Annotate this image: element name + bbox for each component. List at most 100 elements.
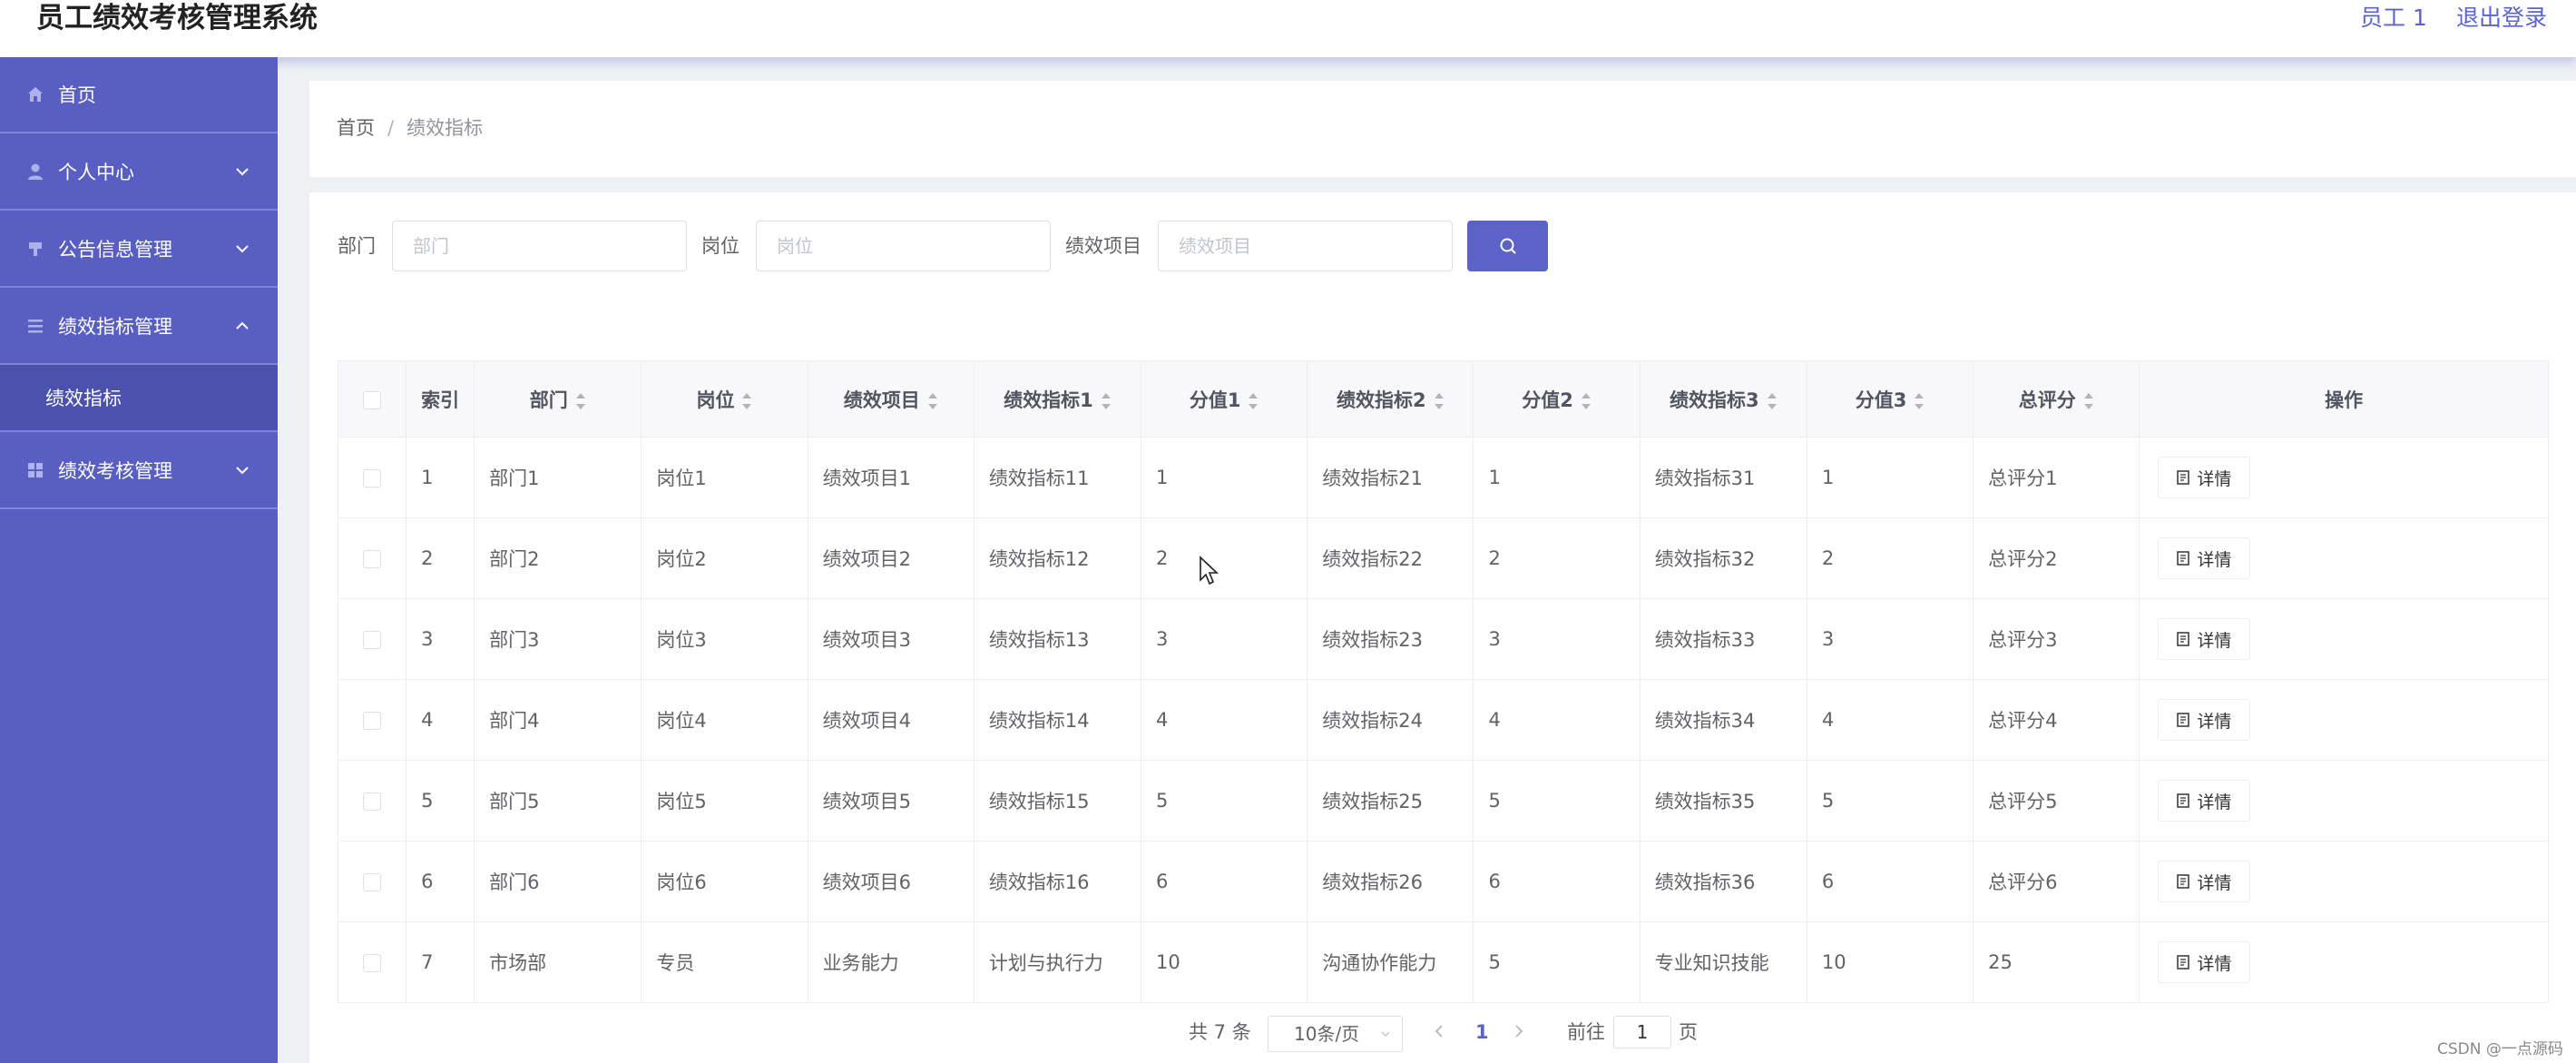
cell-dept: 部门1 xyxy=(474,437,642,518)
chevron-down-icon xyxy=(1381,1031,1390,1038)
row-checkbox[interactable] xyxy=(363,550,382,568)
sort-icon[interactable] xyxy=(741,392,752,410)
row-checkbox[interactable] xyxy=(363,631,382,649)
cell-score2: 3 xyxy=(1473,598,1641,680)
cell-score3: 6 xyxy=(1807,841,1974,922)
col-header-kpi1[interactable]: 绩效指标1 xyxy=(974,360,1142,438)
document-icon xyxy=(2177,874,2190,889)
col-header-label: 绩效项目 xyxy=(843,389,920,411)
document-icon xyxy=(2177,470,2190,485)
document-icon xyxy=(2177,793,2190,808)
sidebar-item-assessment-management[interactable]: 绩效考核管理 xyxy=(0,432,278,509)
breadcrumb-card: 首页 / 绩效指标 xyxy=(309,81,2576,177)
sidebar: 首页 个人中心 公告信息管理 绩效指标管理 绩效指标 绩效考核管理 xyxy=(0,57,278,1063)
col-header-score3[interactable]: 分值3 xyxy=(1807,360,1974,438)
sidebar-item-home[interactable]: 首页 xyxy=(0,57,278,133)
cell-score3: 10 xyxy=(1807,921,1974,1003)
row-checkbox[interactable] xyxy=(363,712,382,730)
col-header-label: 分值2 xyxy=(1522,389,1573,411)
detail-button[interactable]: 详情 xyxy=(2158,618,2251,660)
cell-item: 业务能力 xyxy=(808,921,975,1003)
cell-kpi2: 绩效指标25 xyxy=(1307,760,1474,842)
sort-icon[interactable] xyxy=(1434,392,1445,410)
breadcrumb-home[interactable]: 首页 xyxy=(337,117,375,139)
cell-kpi3: 绩效指标33 xyxy=(1640,598,1807,680)
cell-kpi1: 计划与执行力 xyxy=(974,921,1142,1003)
detail-label: 详情 xyxy=(2197,549,2232,570)
item-input[interactable] xyxy=(1158,221,1453,271)
row-checkbox[interactable] xyxy=(363,954,382,972)
next-page-icon[interactable] xyxy=(1513,1024,1524,1038)
breadcrumb-current: 绩效指标 xyxy=(406,117,484,139)
col-header-kpi2[interactable]: 绩效指标2 xyxy=(1307,360,1474,438)
col-header-index: 索引 xyxy=(406,360,475,438)
sidebar-item-kpi-management[interactable]: 绩效指标管理 xyxy=(0,288,278,365)
page-number-current[interactable]: 1 xyxy=(1475,1014,1489,1050)
sidebar-item-personal-center[interactable]: 个人中心 xyxy=(0,133,278,211)
detail-button[interactable]: 详情 xyxy=(2158,861,2251,902)
sort-icon[interactable] xyxy=(1914,392,1925,410)
sort-icon[interactable] xyxy=(575,392,586,410)
cell-kpi2: 绩效指标23 xyxy=(1307,598,1474,680)
cell-kpi2: 绩效指标21 xyxy=(1307,437,1474,518)
cell-total: 总评分6 xyxy=(1973,841,2140,922)
detail-button[interactable]: 详情 xyxy=(2158,699,2251,741)
detail-button[interactable]: 详情 xyxy=(2158,457,2251,498)
cell-item: 绩效项目3 xyxy=(808,598,975,680)
sort-icon[interactable] xyxy=(2083,392,2094,410)
col-header-label: 绩效指标2 xyxy=(1337,389,1426,411)
sidebar-item-label: 绩效考核管理 xyxy=(58,459,172,482)
col-header-score1[interactable]: 分值1 xyxy=(1141,360,1308,438)
cell-score1: 3 xyxy=(1141,598,1308,680)
row-checkbox[interactable] xyxy=(363,873,382,891)
page-size-select[interactable]: 10条/页 xyxy=(1268,1016,1403,1052)
cell-index: 5 xyxy=(406,760,475,842)
cell-score1: 1 xyxy=(1141,437,1308,518)
table-row: 5 部门5 岗位5 绩效项目5 绩效指标15 5 绩效指标25 5 绩效指标35 5 总评分5 详情 xyxy=(338,760,2549,842)
detail-label: 详情 xyxy=(2197,711,2232,732)
sort-icon[interactable] xyxy=(1101,392,1112,410)
goto-prefix: 前往 xyxy=(1567,1021,1605,1043)
menu-icon xyxy=(28,319,43,332)
cell-score2: 4 xyxy=(1473,679,1641,761)
cell-index: 3 xyxy=(406,598,475,680)
cell-actions: 详情 xyxy=(2139,598,2549,680)
col-header-score2[interactable]: 分值2 xyxy=(1473,360,1641,438)
detail-label: 详情 xyxy=(2197,953,2232,974)
dept-input[interactable] xyxy=(392,221,687,271)
detail-button[interactable]: 详情 xyxy=(2158,537,2251,579)
post-input[interactable] xyxy=(756,221,1051,271)
cell-index: 2 xyxy=(406,517,475,599)
cell-score2: 2 xyxy=(1473,517,1641,599)
col-header-post[interactable]: 岗位 xyxy=(641,360,808,438)
row-checkbox[interactable] xyxy=(363,792,382,811)
select-all-checkbox[interactable] xyxy=(363,390,382,409)
prev-page-icon[interactable] xyxy=(1434,1024,1445,1038)
logout-link[interactable]: 退出登录 xyxy=(2456,2,2547,34)
sort-icon[interactable] xyxy=(1767,392,1778,410)
search-button[interactable] xyxy=(1467,221,1548,271)
sort-icon[interactable] xyxy=(1248,392,1259,410)
document-icon xyxy=(2177,551,2190,566)
cell-actions: 详情 xyxy=(2139,517,2549,599)
cell-total: 总评分3 xyxy=(1973,598,2140,680)
cell-item: 绩效项目1 xyxy=(808,437,975,518)
cell-kpi2: 绩效指标26 xyxy=(1307,841,1474,922)
col-header-kpi3[interactable]: 绩效指标3 xyxy=(1640,360,1807,438)
sort-icon[interactable] xyxy=(1581,392,1592,410)
sidebar-subitem-kpi[interactable]: 绩效指标 xyxy=(0,365,278,432)
sort-icon[interactable] xyxy=(927,392,938,410)
home-icon xyxy=(28,87,43,102)
detail-button[interactable]: 详情 xyxy=(2158,941,2251,983)
detail-label: 详情 xyxy=(2197,872,2232,893)
detail-label: 详情 xyxy=(2197,792,2232,812)
breadcrumb: 首页 / 绩效指标 xyxy=(337,113,483,141)
col-header-dept[interactable]: 部门 xyxy=(474,360,642,438)
col-header-item[interactable]: 绩效项目 xyxy=(808,360,975,438)
row-checkbox[interactable] xyxy=(363,469,382,487)
goto-page-input[interactable]: 1 xyxy=(1613,1016,1671,1048)
col-header-total[interactable]: 总评分 xyxy=(1973,360,2140,438)
grid-icon xyxy=(28,462,43,477)
detail-button[interactable]: 详情 xyxy=(2158,780,2251,822)
sidebar-item-notice-management[interactable]: 公告信息管理 xyxy=(0,211,278,288)
